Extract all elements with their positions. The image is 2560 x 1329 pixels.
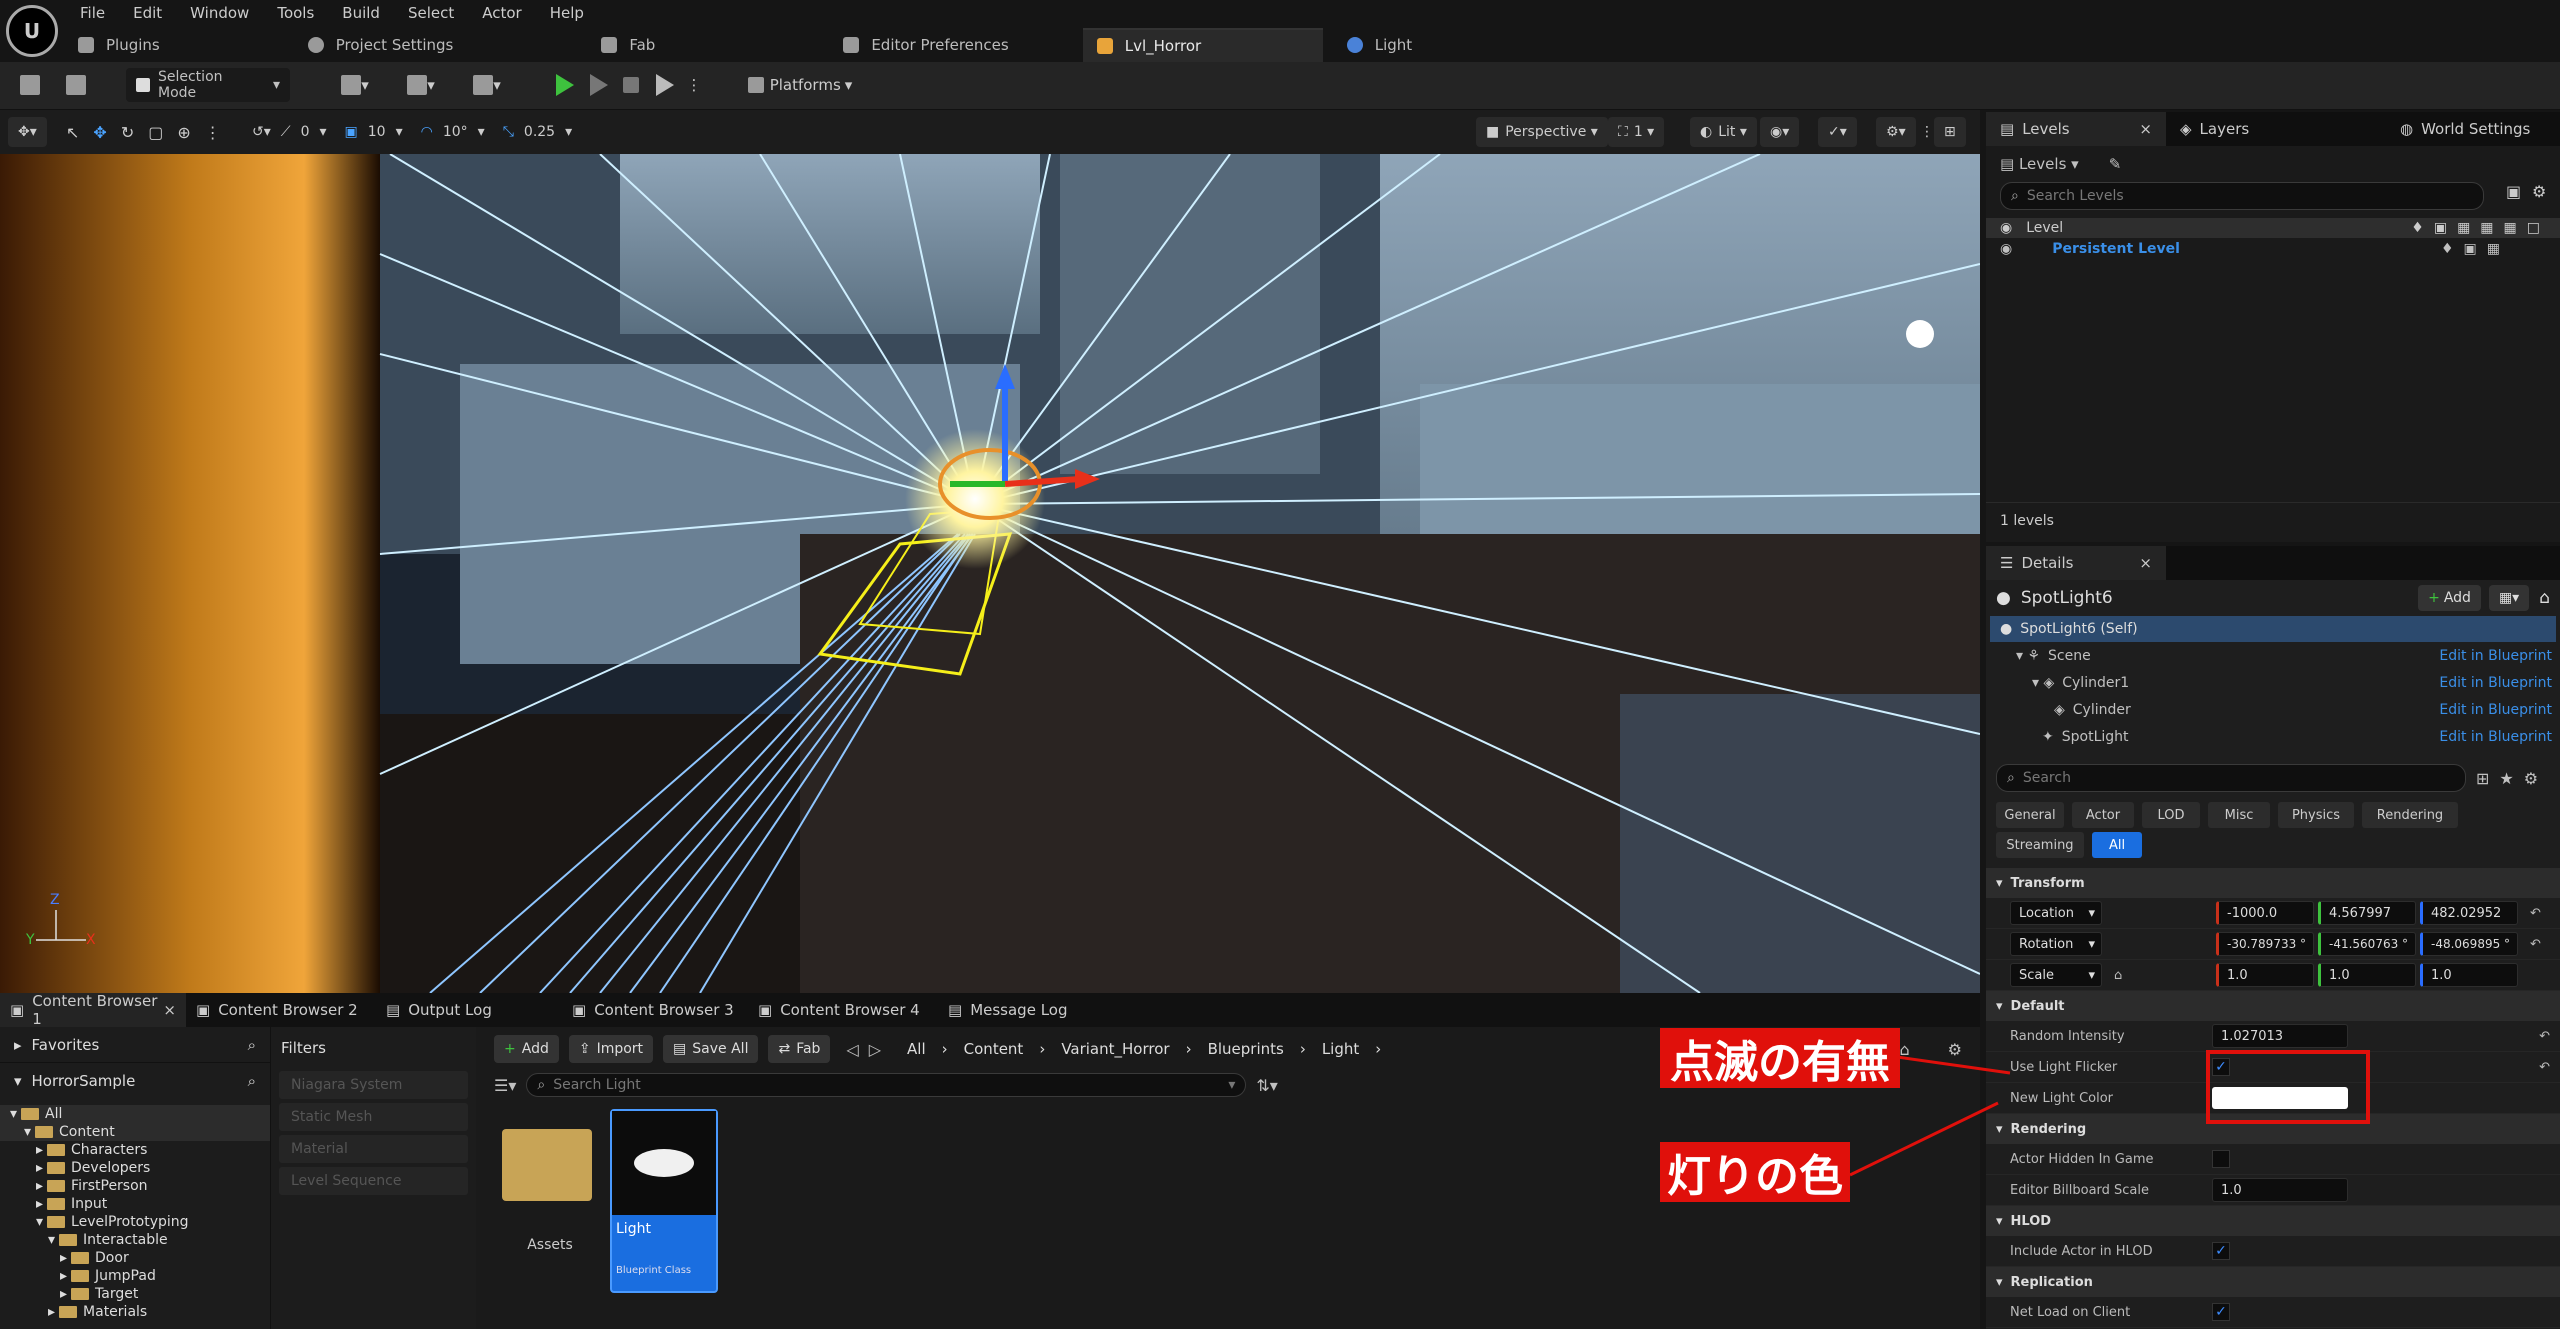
- annotation-flicker: 点滅の有無: [1660, 1028, 1900, 1088]
- annotation-color: 灯りの色: [1660, 1142, 1850, 1202]
- annotation-lines: [1849, 1054, 2011, 1177]
- annotation-highlight-box: [2206, 1050, 2370, 1124]
